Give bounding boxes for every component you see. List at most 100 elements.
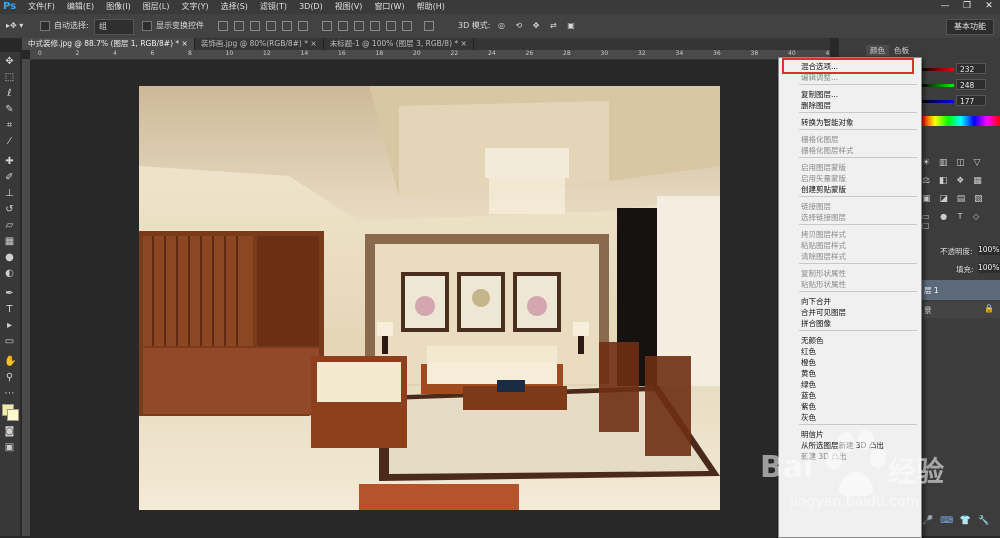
context-menu-item[interactable]: 删除图层 — [801, 99, 831, 112]
distribute-vcenter-icon[interactable] — [338, 21, 348, 31]
align-hcenter-icon[interactable] — [282, 21, 292, 31]
crop-tool-icon[interactable]: ⌗ — [4, 120, 15, 131]
layer-filter-icons[interactable]: ▭ ● T ◇ ▢ — [922, 212, 1000, 230]
align-vcenter-icon[interactable] — [234, 21, 244, 31]
align-top-icon[interactable] — [218, 21, 228, 31]
tab-color[interactable]: 颜色 — [866, 45, 889, 56]
shape-tool-icon[interactable]: ▭ — [4, 336, 15, 347]
menu-edit[interactable]: 编辑(E) — [61, 0, 100, 14]
adjustment-icons-row1[interactable]: ☀ ▥ ◫ ▽ — [922, 158, 1000, 170]
menu-separator — [799, 157, 917, 158]
move-tool-icon[interactable]: ▸✥ ▾ — [6, 19, 23, 33]
clone-stamp-tool-icon[interactable]: ⊥ — [4, 188, 15, 199]
workspace-dropdown[interactable]: 基本功能 — [946, 19, 994, 35]
distribute-left-icon[interactable] — [370, 21, 380, 31]
document-tab-3[interactable]: 未标题-1 @ 100% (图层 3, RGB/8) * × — [324, 38, 474, 50]
layer-row-selected[interactable]: 层 1 — [922, 280, 1000, 300]
distribute-bottom-icon[interactable] — [354, 21, 364, 31]
green-slider[interactable] — [922, 84, 954, 87]
red-slider[interactable] — [922, 68, 954, 71]
green-value-field[interactable]: 248 — [956, 79, 986, 90]
lasso-tool-icon[interactable]: ℓ — [4, 88, 15, 99]
hand-tool-icon[interactable]: ✋ — [4, 356, 16, 367]
menu-select[interactable]: 选择(S) — [215, 0, 254, 14]
ruler-tick-label: 18 — [375, 50, 384, 57]
layer-row-background[interactable]: 景 🔒 — [922, 302, 1000, 318]
eraser-tool-icon[interactable]: ▱ — [4, 220, 15, 231]
menu-separator — [799, 112, 917, 113]
fill-label: 填充: — [956, 265, 974, 274]
menu-view[interactable]: 视图(V) — [329, 0, 369, 14]
menu-image[interactable]: 图像(I) — [100, 0, 137, 14]
document-tab-2[interactable]: 装饰画.jpg @ 80%(RGB/8#) * × — [195, 38, 324, 50]
history-brush-tool-icon[interactable]: ↺ — [4, 204, 15, 215]
menu-type[interactable]: 文字(Y) — [175, 0, 214, 14]
tab-close-icon[interactable]: × — [461, 39, 467, 48]
blue-slider[interactable] — [922, 100, 954, 103]
pen-tool-icon[interactable]: ✒ — [4, 288, 15, 299]
quick-mask-icon[interactable]: ◙ — [4, 426, 15, 437]
tab-close-icon[interactable]: × — [182, 39, 188, 48]
menu-help[interactable]: 帮助(H) — [411, 0, 451, 14]
background-color-swatch[interactable] — [7, 409, 19, 421]
close-button[interactable]: ✕ — [978, 0, 1000, 14]
distribute-hcenter-icon[interactable] — [386, 21, 396, 31]
align-bottom-icon[interactable] — [250, 21, 260, 31]
zoom-tool-icon[interactable]: ⚲ — [4, 372, 15, 383]
fill-field[interactable]: 100% — [978, 263, 1000, 273]
show-transform-checkbox[interactable]: 显示变换控件 — [142, 19, 204, 33]
marquee-tool-icon[interactable]: ⬚ — [4, 72, 15, 83]
3d-mode-label: 3D 模式: — [458, 21, 491, 30]
document-image[interactable] — [139, 86, 720, 510]
opacity-field[interactable]: 100% — [978, 245, 1000, 255]
distribute-top-icon[interactable] — [322, 21, 332, 31]
path-select-tool-icon[interactable]: ▸ — [4, 320, 15, 331]
blue-value-field[interactable]: 177 — [956, 95, 986, 106]
ruler-tick-label: 14 — [300, 50, 309, 57]
tab-swatches[interactable]: 色板 — [890, 45, 913, 56]
align-left-icon[interactable] — [266, 21, 276, 31]
auto-select-label: 自动选择: — [54, 21, 89, 30]
gradient-tool-icon[interactable]: ▦ — [4, 236, 15, 247]
context-menu-item[interactable]: 拼合图像 — [801, 317, 831, 330]
blur-tool-icon[interactable]: ● — [4, 252, 15, 263]
auto-select-checkbox[interactable]: 自动选择: — [40, 19, 89, 33]
ime-toolbar[interactable]: 🎤 ⌨ 👕 🔧 — [922, 516, 1000, 530]
auto-align-icon[interactable] — [424, 21, 434, 31]
more-tools-icon[interactable]: ⋯ — [4, 388, 15, 399]
distribute-right-icon[interactable] — [402, 21, 412, 31]
context-menu-item[interactable]: 灰色 — [801, 411, 816, 424]
menu-filter[interactable]: 滤镜(T) — [254, 0, 293, 14]
eyedropper-tool-icon[interactable]: ⁄ — [4, 136, 15, 147]
ruler-tick-label: 4 — [113, 50, 117, 57]
red-value-field[interactable]: 232 — [956, 63, 986, 74]
document-tab-1[interactable]: 中式装修.jpg @ 88.7% (图层 1, RGB/8#) * × — [22, 38, 195, 50]
ruler-tick-label: 38 — [750, 50, 759, 57]
menu-separator — [799, 224, 917, 225]
tab-close-icon[interactable]: × — [310, 39, 316, 48]
adjustment-icons-row2[interactable]: ⚖ ◧ ❖ ▦ — [922, 176, 1000, 188]
context-menu-item[interactable]: 转换为智能对象 — [801, 116, 854, 129]
minimize-button[interactable]: — — [934, 0, 956, 14]
brush-tool-icon[interactable]: ✐ — [4, 172, 15, 183]
menu-3d[interactable]: 3D(D) — [293, 0, 329, 14]
adjustment-icons-row3[interactable]: ▣ ◪ ▤ ▨ — [922, 194, 1000, 206]
dodge-tool-icon[interactable]: ◐ — [4, 268, 15, 279]
auto-select-dropdown[interactable]: 组 — [94, 19, 134, 35]
quick-select-tool-icon[interactable]: ✎ — [4, 104, 15, 115]
menu-window[interactable]: 窗口(W) — [368, 0, 410, 14]
context-menu-item[interactable]: 创建剪贴蒙版 — [801, 183, 846, 196]
context-menu-item: 粘贴形状属性 — [801, 280, 846, 289]
screen-mode-icon[interactable]: ▣ — [4, 442, 15, 453]
move-tool-icon[interactable]: ✥ — [4, 56, 15, 67]
align-right-icon[interactable] — [298, 21, 308, 31]
color-ramp[interactable] — [922, 116, 1000, 126]
3d-mode-icons[interactable]: ◎ ⟲ ✥ ⇄ ▣ — [498, 19, 579, 33]
menu-file[interactable]: 文件(F) — [22, 0, 61, 14]
type-tool-icon[interactable]: T — [4, 304, 15, 315]
menu-separator — [799, 424, 917, 425]
restore-button[interactable]: ❐ — [956, 0, 978, 14]
healing-brush-tool-icon[interactable]: ✚ — [4, 156, 15, 167]
ruler-tick-label: 36 — [713, 50, 721, 57]
menu-layer[interactable]: 图层(L) — [137, 0, 176, 14]
